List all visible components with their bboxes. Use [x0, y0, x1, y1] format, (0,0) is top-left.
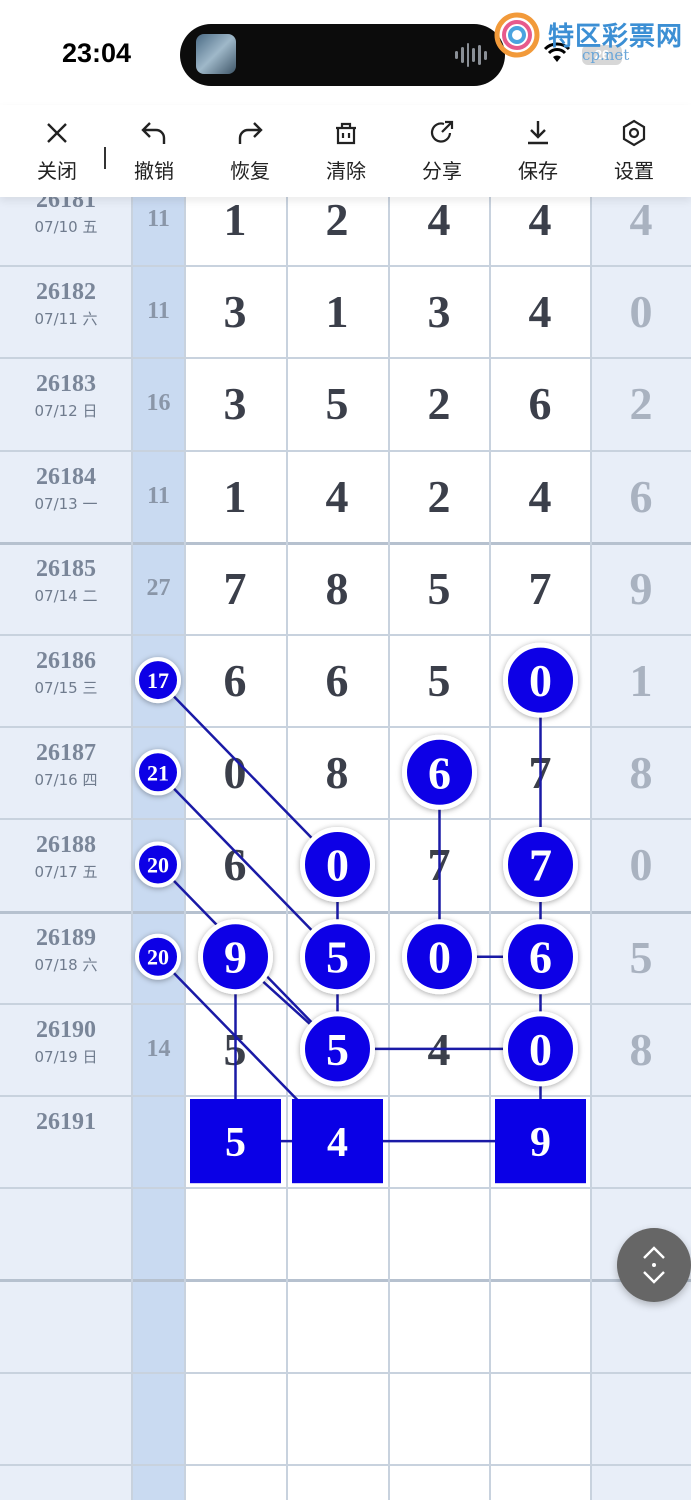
marker-overlay[interactable]: 5 4 9 17 21 20 20 0 6 0 7 9 5 0 6 5 0	[0, 197, 691, 1500]
status-bar: 23:04 26 特区彩票网 cp.net	[0, 0, 691, 105]
digit-marker-value: 9	[224, 932, 247, 983]
digit-marker-value: 0	[428, 932, 451, 983]
prediction-value: 9	[530, 1120, 551, 1166]
toolbar-divider	[104, 147, 106, 169]
digit-marker-value: 0	[326, 840, 349, 891]
trend-line	[157, 679, 339, 866]
save-button[interactable]: 保存	[498, 117, 578, 187]
trend-grid[interactable]: 26181 07/10 五 11 1 2 4 4 4 26182 07/11 六 11 3 1 3 4 0 26…	[0, 187, 691, 1500]
digit-marker-value: 5	[326, 932, 349, 983]
scroll-button[interactable]	[617, 1228, 691, 1302]
share-button[interactable]: 分享	[402, 117, 482, 187]
close-label: 关闭	[37, 159, 77, 183]
digit-marker-value: 7	[529, 840, 552, 891]
undo-label: 撤销	[134, 159, 174, 183]
clear-button[interactable]: 清除	[306, 117, 386, 187]
gear-icon	[622, 119, 646, 147]
redo-icon	[238, 122, 263, 144]
digit-marker-value: 5	[326, 1024, 349, 1075]
sum-marker-value: 20	[147, 945, 169, 970]
share-icon	[430, 120, 454, 143]
sum-marker-value: 17	[147, 668, 169, 693]
watermark-url: cp.net	[582, 46, 630, 64]
redo-button[interactable]: 恢复	[210, 117, 290, 187]
redo-label: 恢复	[230, 159, 270, 183]
watermark-logo: 特区彩票网 cp.net	[490, 8, 690, 70]
download-icon	[528, 121, 548, 145]
close-icon	[47, 123, 67, 143]
media-thumbnail	[196, 34, 236, 74]
prediction-value: 5	[225, 1120, 246, 1166]
settings-button[interactable]: 设置	[594, 117, 674, 187]
share-label: 分享	[422, 159, 462, 183]
audio-wave-icon	[455, 42, 487, 68]
trash-icon	[336, 122, 356, 145]
undo-icon	[141, 122, 166, 144]
digit-marker-value: 6	[428, 747, 451, 798]
swirl-logo-icon	[494, 12, 540, 58]
sum-marker-value: 20	[147, 853, 169, 878]
clock: 23:04	[62, 38, 132, 68]
settings-label: 设置	[614, 159, 654, 183]
digit-marker-value: 6	[529, 932, 552, 983]
close-button[interactable]: 关闭	[17, 117, 97, 187]
digit-marker-value: 0	[529, 655, 552, 706]
save-label: 保存	[518, 159, 558, 183]
undo-button[interactable]: 撤销	[114, 117, 194, 187]
clear-label: 清除	[326, 159, 366, 183]
digit-marker-value: 0	[529, 1024, 552, 1075]
sum-marker-value: 21	[147, 760, 169, 785]
prediction-value: 4	[327, 1120, 348, 1166]
dynamic-island	[180, 24, 505, 86]
scroll-arrows-icon	[643, 1246, 665, 1284]
toolbar: 关闭 撤销 恢复 清除 分享 保存 设置	[0, 105, 691, 197]
